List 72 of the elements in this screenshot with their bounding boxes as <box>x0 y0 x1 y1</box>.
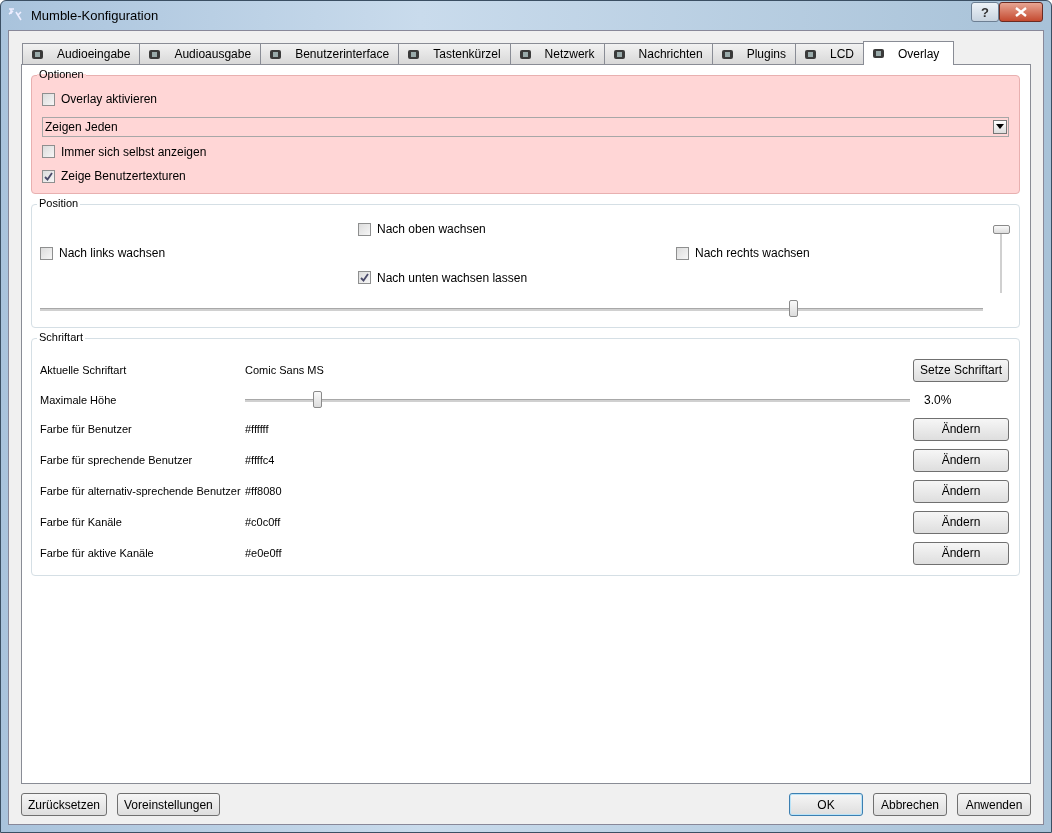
setting-value: #ffffc4 <box>245 454 276 466</box>
checkbox[interactable] <box>40 246 53 260</box>
tab-square-icon <box>805 49 816 59</box>
slider[interactable] <box>245 389 910 410</box>
window-title: Mumble-Konfiguration <box>31 8 160 23</box>
setting-label: Farbe für alternativ-sprechende Benutzer <box>40 485 242 497</box>
setting-label: Farbe für Kanäle <box>40 516 123 528</box>
slider-reading: 3.0% <box>924 392 952 407</box>
footer-button[interactable]: Voreinstellungen <box>117 793 220 816</box>
slider[interactable] <box>40 298 983 319</box>
footer-button[interactable]: Abbrechen <box>873 793 947 816</box>
tab[interactable]: LCD <box>795 43 864 64</box>
setting-value: #ffffff <box>245 423 270 435</box>
setting-value: Comic Sans MS <box>245 364 325 376</box>
setting-value: #e0e0ff <box>245 547 283 559</box>
tab[interactable]: Plugins <box>711 43 796 64</box>
checkbox-label[interactable]: Immer sich selbst anzeigen <box>61 144 207 159</box>
setting-value: #ff8080 <box>245 485 283 497</box>
tab-square-icon <box>408 49 420 59</box>
tab-square-icon <box>32 49 43 59</box>
change-button[interactable]: Ändern <box>912 417 1009 441</box>
group-title: Schriftart <box>37 330 85 343</box>
tab-square-icon <box>270 49 282 59</box>
checkbox-label[interactable]: Nach rechts wachsen <box>695 246 810 261</box>
checkbox-label[interactable]: Zeige Benutzertexturen <box>61 169 186 183</box>
slider-thumb[interactable] <box>313 390 323 408</box>
tab-square-icon <box>873 49 884 58</box>
tab[interactable]: Nachrichten <box>603 43 713 64</box>
change-button[interactable]: Ändern <box>912 448 1009 472</box>
checkbox[interactable] <box>42 92 55 106</box>
group-title: Position <box>37 196 81 209</box>
checkbox[interactable] <box>676 246 689 260</box>
tab[interactable]: Netzwerk <box>509 43 605 64</box>
slider-thumb[interactable] <box>789 299 799 317</box>
setting-value: #c0c0ff <box>245 516 282 528</box>
change-button[interactable]: Ändern <box>912 510 1009 534</box>
tab[interactable]: Tastenkürzel <box>398 43 511 64</box>
group-title: Optionen <box>37 68 86 80</box>
footer-button[interactable]: Zurücksetzen <box>21 793 108 816</box>
footer-button[interactable]: OK <box>789 793 863 816</box>
tab[interactable]: Audioeingabe <box>22 43 141 64</box>
change-button[interactable]: Setze Schriftart <box>912 358 1009 382</box>
setting-label: Farbe für aktive Kanäle <box>40 547 155 559</box>
dropdown[interactable]: Zeigen Jeden <box>42 116 1009 137</box>
close-icon <box>1015 7 1027 17</box>
checkbox-label[interactable]: Nach unten wachsen lassen <box>377 270 528 285</box>
footer-button[interactable]: Anwenden <box>957 793 1031 816</box>
dropdown-value: Zeigen Jeden <box>45 119 118 134</box>
tab-square-icon <box>519 49 531 59</box>
change-button[interactable]: Ändern <box>912 479 1009 503</box>
slider-thumb[interactable] <box>993 224 1010 234</box>
change-button[interactable]: Ändern <box>912 541 1009 565</box>
tab[interactable]: Overlay <box>863 41 955 65</box>
help-button[interactable]: ? <box>971 2 999 22</box>
setting-label: Aktuelle Schriftart <box>40 364 128 376</box>
checkbox[interactable] <box>42 145 55 158</box>
tab[interactable]: Benutzerinterface <box>260 43 400 64</box>
tab[interactable]: Audioausgabe <box>139 43 262 64</box>
checkbox[interactable] <box>42 169 55 183</box>
tab-square-icon <box>721 49 733 59</box>
setting-label: Farbe für Benutzer <box>40 423 133 435</box>
close-button[interactable] <box>999 2 1043 22</box>
setting-label: Maximale Höhe <box>40 393 118 406</box>
checkbox[interactable] <box>358 222 371 236</box>
tab-square-icon <box>149 49 161 59</box>
checkbox-label[interactable]: Nach links wachsen <box>59 246 166 261</box>
checkbox-label[interactable]: Overlay aktivieren <box>61 92 158 106</box>
checkbox[interactable] <box>358 271 371 285</box>
checkbox-label[interactable]: Nach oben wachsen <box>377 222 486 237</box>
vertical-slider[interactable] <box>991 224 1011 293</box>
tab-square-icon <box>613 49 625 59</box>
setting-label: Farbe für sprechende Benutzer <box>40 454 194 466</box>
